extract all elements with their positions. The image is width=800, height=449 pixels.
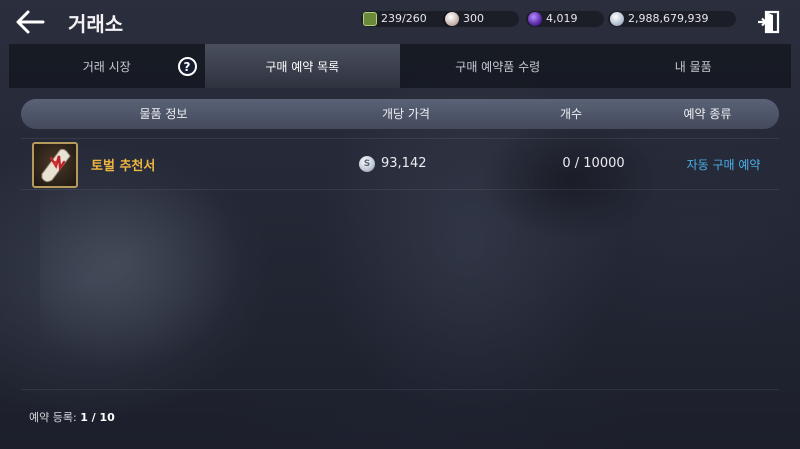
table-row[interactable]: 토벌 추천서 S 93,142 0 / 10000 자동 구매 예약 xyxy=(21,138,779,190)
energy-icon xyxy=(363,12,377,26)
item-count: 0 / 10000 xyxy=(562,156,625,171)
tab-my-items[interactable]: 내 물품 xyxy=(596,44,792,88)
currency-value: 300 xyxy=(463,12,484,25)
tab-label: 내 물품 xyxy=(674,59,712,74)
reservation-count-label: 예약 등록: xyxy=(29,411,77,424)
currency-value: 239/260 xyxy=(381,12,427,25)
reservation-count: 예약 등록: 1 / 10 xyxy=(29,409,115,425)
tab-reservation-receive[interactable]: 구매 예약품 수령 xyxy=(400,44,596,88)
background-rock xyxy=(40,190,240,370)
currency-value: 2,988,679,939 xyxy=(628,12,709,25)
reservation-count-value: 1 / 10 xyxy=(80,411,115,424)
tab-label: 구매 예약 목록 xyxy=(265,59,340,74)
exit-door-icon xyxy=(758,10,780,34)
item-price: 93,142 xyxy=(381,156,427,171)
top-bar: 거래소 239/260 300 4,019 2,988,679,939 xyxy=(0,0,800,44)
exit-button[interactable] xyxy=(757,10,781,34)
silver-coin-icon: S xyxy=(359,156,375,172)
tab-bar: 거래 시장 ? 구매 예약 목록 구매 예약품 수령 내 물품 xyxy=(9,44,791,88)
currency-value: 4,019 xyxy=(546,12,578,25)
tab-market[interactable]: 거래 시장 ? xyxy=(9,44,205,88)
table-header: 물품 정보 개당 가격 개수 예약 종류 xyxy=(21,99,779,129)
silver-coin-icon xyxy=(610,12,624,26)
footer-divider xyxy=(21,389,779,390)
help-icon[interactable]: ? xyxy=(177,57,197,76)
currency-pearl: 300 xyxy=(443,11,519,27)
back-button[interactable] xyxy=(14,8,46,36)
tab-purchase-reservations[interactable]: 구매 예약 목록 xyxy=(204,44,400,88)
column-header-count: 개수 xyxy=(559,107,583,121)
column-header-price: 개당 가격 xyxy=(382,107,430,121)
reservation-type[interactable]: 자동 구매 예약 xyxy=(661,156,786,173)
currency-orb: 4,019 xyxy=(526,11,604,27)
tab-label: 구매 예약품 수령 xyxy=(455,59,541,74)
item-name: 토벌 추천서 xyxy=(91,159,156,174)
column-header-item: 물품 정보 xyxy=(139,107,188,121)
pearl-icon xyxy=(445,12,459,26)
currency-silver: 2,988,679,939 xyxy=(608,11,736,27)
tab-label: 거래 시장 xyxy=(82,59,131,74)
column-header-type: 예약 종류 xyxy=(683,107,732,121)
purple-orb-icon xyxy=(528,12,542,26)
back-arrow-icon xyxy=(16,10,45,34)
scroll-icon xyxy=(32,142,78,188)
page-title: 거래소 xyxy=(68,12,124,36)
